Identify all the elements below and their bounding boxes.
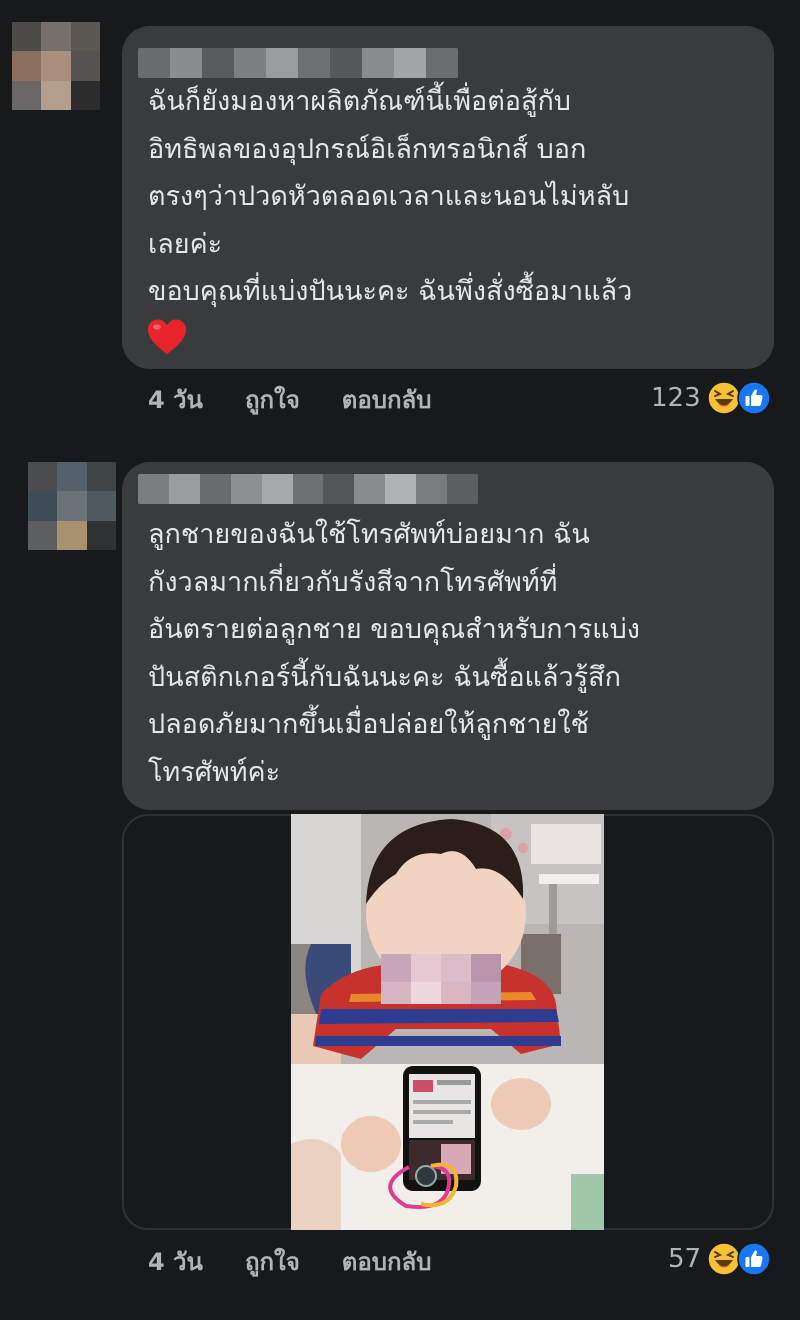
comment-text-line: อิทธิพลของอุปกรณ์อิเล็กทรอนิกส์ บอก (148, 133, 587, 165)
reaction-summary[interactable]: 57 (668, 1242, 773, 1276)
haha-emoji-icon (707, 1242, 741, 1276)
comment-text-line: โทรศัพท์ค่ะ (148, 756, 281, 788)
like-button[interactable]: ถูกใจ (245, 380, 300, 419)
reaction-summary[interactable]: 123 (651, 381, 773, 415)
reaction-count: 123 (651, 383, 701, 413)
comment-actions: 4 วัน ถูกใจ ตอบกลับ (148, 381, 432, 417)
comment-text-line: ลูกชายของฉันใช้โทรศัพท์บ่อยมาก ฉัน (148, 519, 590, 550)
avatar[interactable] (28, 462, 116, 550)
comment-text-line: อันตรายต่อลูกชาย ขอบคุณสำหรับการแบ่ง (148, 614, 640, 645)
like-emoji-icon (737, 1242, 771, 1276)
comment-timestamp[interactable]: 4 วัน (148, 1242, 203, 1281)
like-button[interactable]: ถูกใจ (245, 1242, 300, 1281)
comment-text-line: ปลอดภัยมากขึ้นเมื่อปล่อยให้ลูกชายใช้ (148, 709, 589, 740)
comment-timestamp[interactable]: 4 วัน (148, 380, 203, 419)
commenter-name-blurred[interactable] (138, 48, 458, 78)
haha-emoji-icon (706, 381, 741, 415)
comment-actions: 4 วัน ถูกใจ ตอบกลับ (148, 1243, 432, 1279)
comment-text-line: ขอบคุณที่แบ่งปันนะคะ ฉันพึ่งสั่งซื้อมาแล… (148, 276, 633, 307)
child-with-phone-image (291, 814, 604, 1230)
reply-button[interactable]: ตอบกลับ (342, 1242, 432, 1281)
reply-button[interactable]: ตอบกลับ (342, 380, 432, 419)
comment-text-line: ปันสติกเกอร์นี้กับฉันนะคะ ฉันซื้อแล้วรู้… (148, 661, 621, 693)
heart-emoji-icon (148, 319, 186, 354)
comment-text-line: เลยค่ะ (148, 228, 223, 260)
commenter-name-blurred[interactable] (138, 474, 478, 504)
comment-text-line: ฉันก็ยังมองหาผลิตภัณฑ์นี้เพื่อต่อสู้กับ (148, 86, 571, 117)
reaction-count: 57 (668, 1244, 702, 1274)
like-emoji-icon (736, 381, 771, 415)
comment-text-line: กังวลมากเกี่ยวกับรังสีจากโทรศัพท์ที่ (148, 566, 558, 598)
attached-photo[interactable] (291, 814, 604, 1230)
avatar[interactable] (12, 22, 100, 110)
comment-text-line: ตรงๆว่าปวดหัวตลอดเวลาและนอนไม่หลับ (148, 181, 630, 212)
